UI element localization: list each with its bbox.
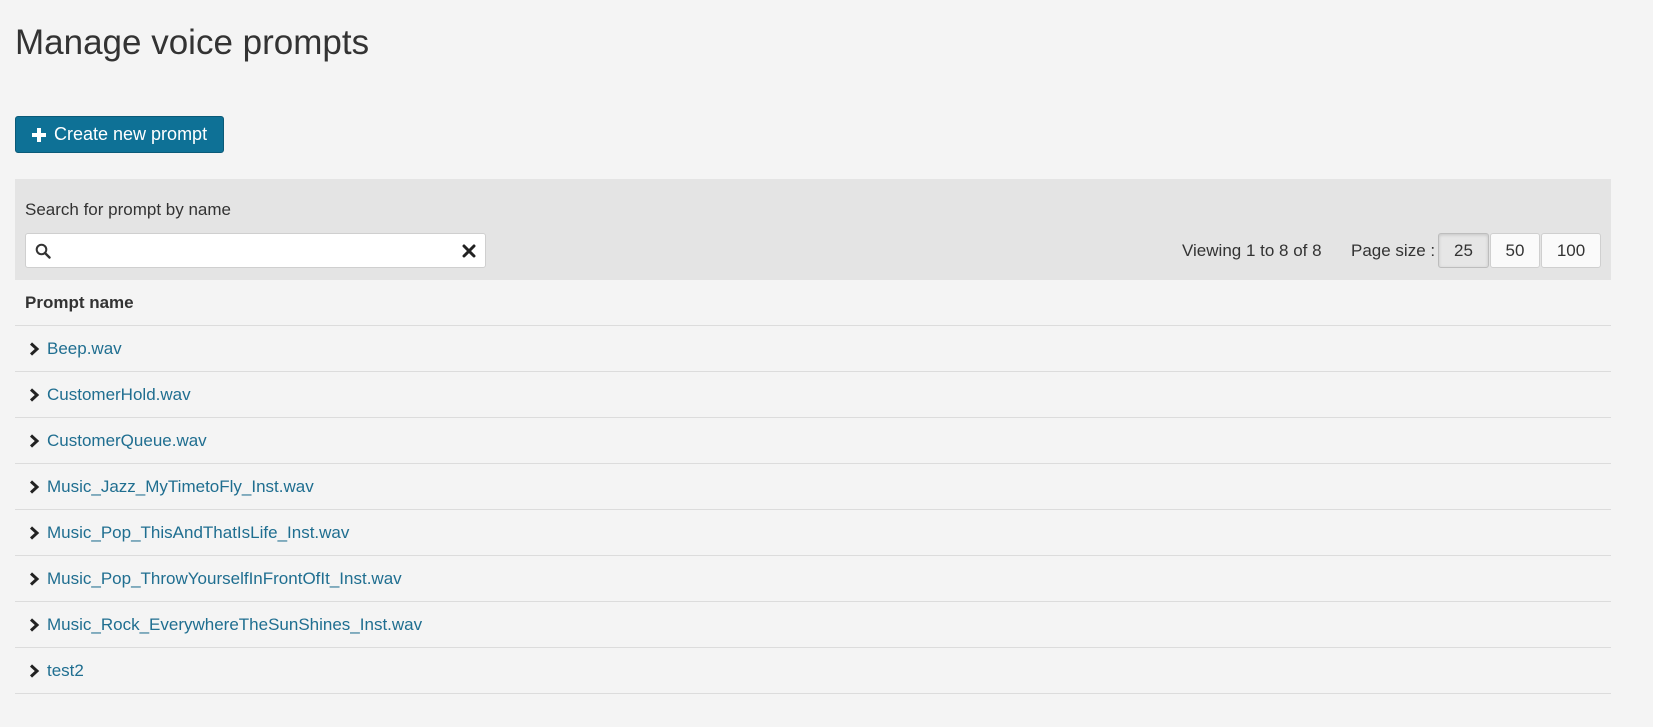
create-new-prompt-button[interactable]: Create new prompt (15, 116, 225, 153)
prompt-link[interactable]: test2 (47, 661, 84, 681)
create-new-prompt-label: Create new prompt (54, 124, 208, 144)
close-icon[interactable] (462, 244, 476, 258)
search-box[interactable] (25, 233, 486, 268)
chevron-right-icon[interactable] (28, 479, 40, 494)
search-toolbar: Search for prompt by name Viewing 1 to 8… (15, 179, 1611, 280)
prompt-link[interactable]: Music_Pop_ThisAndThatIsLife_Inst.wav (47, 523, 349, 543)
chevron-right-icon[interactable] (28, 525, 40, 540)
prompt-link[interactable]: CustomerQueue.wav (47, 431, 207, 451)
page-size-25-button[interactable]: 25 (1438, 233, 1489, 268)
table-row: test2 (15, 648, 1611, 694)
prompt-link[interactable]: Music_Pop_ThrowYourselfInFrontOfIt_Inst.… (47, 569, 402, 589)
prompt-link[interactable]: Music_Jazz_MyTimetoFly_Inst.wav (47, 477, 314, 497)
chevron-right-icon[interactable] (28, 571, 40, 586)
chevron-right-icon[interactable] (28, 617, 40, 632)
page-size-100-button[interactable]: 100 (1541, 233, 1601, 268)
table-row: Beep.wav (15, 326, 1611, 372)
table-row: Music_Pop_ThisAndThatIsLife_Inst.wav (15, 510, 1611, 556)
table-row: Music_Jazz_MyTimetoFly_Inst.wav (15, 464, 1611, 510)
chevron-right-icon[interactable] (28, 433, 40, 448)
search-label: Search for prompt by name (25, 200, 231, 219)
page-size-label: Page size : (1351, 241, 1436, 260)
column-header-prompt-name: Prompt name (15, 280, 1611, 326)
chevron-right-icon[interactable] (28, 663, 40, 678)
page-title: Manage voice prompts (15, 23, 370, 62)
prompt-link[interactable]: CustomerHold.wav (47, 385, 191, 405)
table-row: CustomerHold.wav (15, 372, 1611, 418)
page-size-50-button[interactable]: 50 (1490, 233, 1540, 268)
prompts-table: Prompt name Beep.wav CustomerHold.wav Cu… (15, 280, 1611, 694)
prompt-link[interactable]: Music_Rock_EverywhereTheSunShines_Inst.w… (47, 615, 422, 635)
table-row: Music_Rock_EverywhereTheSunShines_Inst.w… (15, 602, 1611, 648)
chevron-right-icon[interactable] (28, 341, 40, 356)
prompt-link[interactable]: Beep.wav (47, 339, 122, 359)
table-row: Music_Pop_ThrowYourselfInFrontOfIt_Inst.… (15, 556, 1611, 602)
table-row: CustomerQueue.wav (15, 418, 1611, 464)
viewing-count: Viewing 1 to 8 of 8 (1182, 241, 1322, 260)
chevron-right-icon[interactable] (28, 387, 40, 402)
plus-icon (32, 124, 46, 146)
search-icon (35, 243, 51, 259)
search-input[interactable] (60, 238, 444, 265)
